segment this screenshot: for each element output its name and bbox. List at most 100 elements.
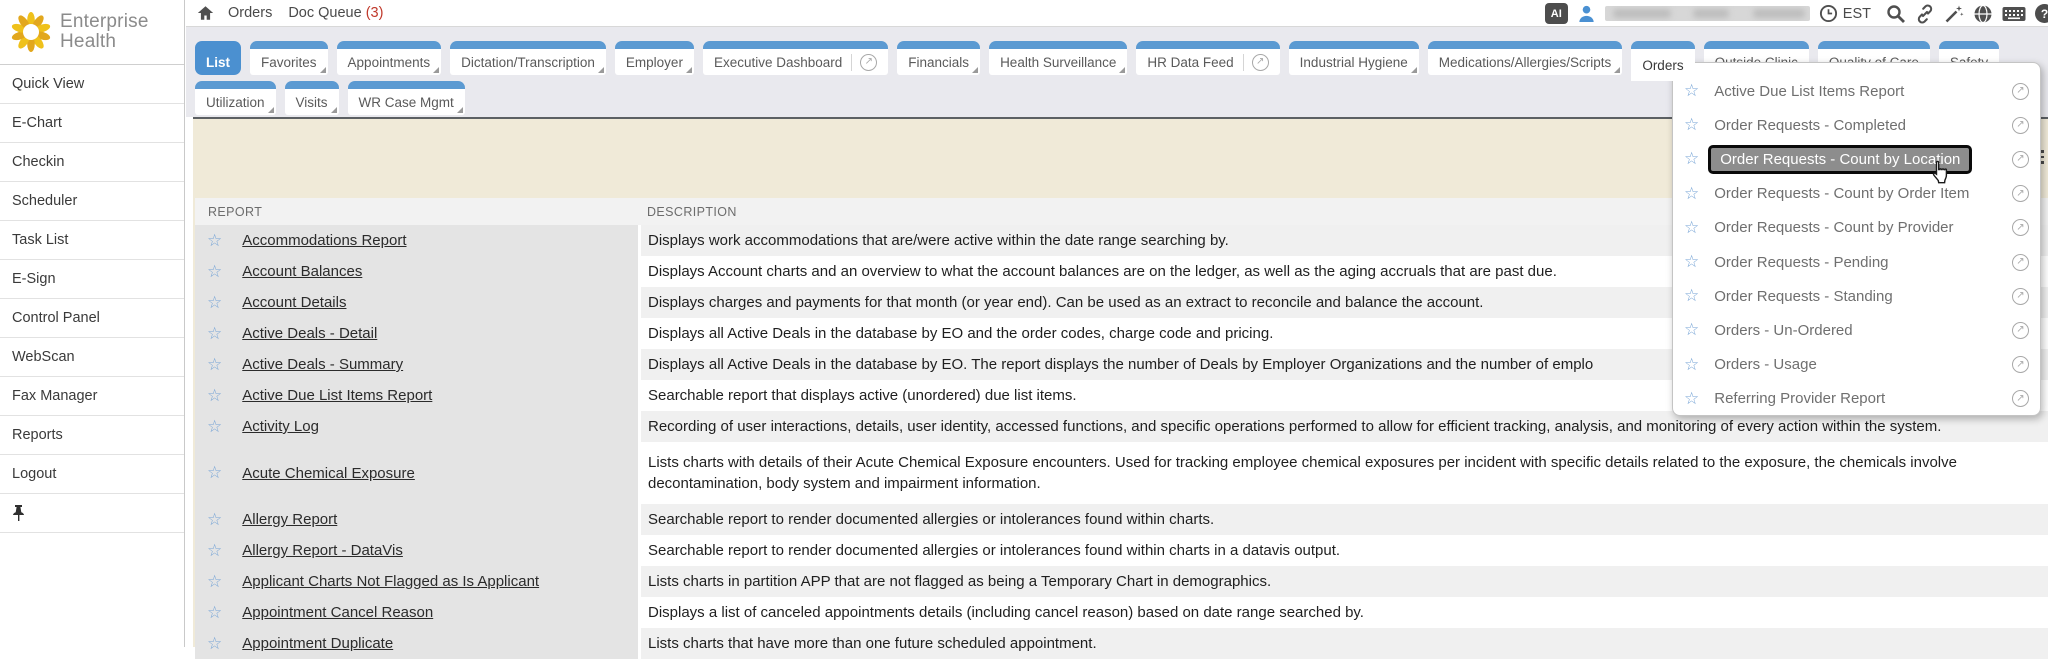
favorite-star-icon[interactable]: ☆ <box>207 463 222 483</box>
sidebar-item-reports[interactable]: Reports <box>0 416 184 455</box>
tab-utilization[interactable]: Utilization <box>195 81 276 115</box>
report-link[interactable]: Appointment Duplicate <box>242 635 393 652</box>
search-icon[interactable] <box>1886 4 1906 24</box>
tab-health-surveillance[interactable]: Health Surveillance <box>989 41 1127 75</box>
report-link[interactable]: Activity Log <box>242 418 319 435</box>
user-icon[interactable] <box>1577 4 1596 23</box>
tab-medications-allergies-scripts[interactable]: Medications/Allergies/Scripts <box>1428 41 1623 75</box>
favorite-star-icon[interactable]: ☆ <box>207 324 222 344</box>
report-link[interactable]: Active Deals - Summary <box>242 356 403 373</box>
tab-label: WR Case Mgmt <box>359 95 454 110</box>
sidebar-pin-toggle[interactable] <box>0 494 184 533</box>
favorite-star-icon[interactable]: ☆ <box>207 572 222 592</box>
breadcrumb-doc-queue[interactable]: Doc Queue <box>288 5 361 21</box>
tab-wr-case-mgmt[interactable]: WR Case Mgmt <box>348 81 465 115</box>
wand-icon[interactable] <box>1944 4 1964 24</box>
favorite-star-icon[interactable]: ☆ <box>1684 218 1699 238</box>
open-in-new-icon[interactable]: ↗ <box>2012 83 2029 100</box>
tab-industrial-hygiene[interactable]: Industrial Hygiene <box>1289 41 1419 75</box>
tab-executive-dashboard[interactable]: Executive Dashboard ↗ <box>703 41 888 75</box>
tab-visits[interactable]: Visits <box>285 81 339 115</box>
favorite-star-icon[interactable]: ☆ <box>207 634 222 654</box>
sidebar-item-quick-view[interactable]: Quick View <box>0 65 184 104</box>
tab-appointments[interactable]: Appointments <box>337 41 442 75</box>
column-header-report[interactable]: REPORT <box>195 205 638 219</box>
sidebar-item-e-sign[interactable]: E-Sign <box>0 260 184 299</box>
tab-financials[interactable]: Financials <box>897 41 980 75</box>
open-in-new-icon[interactable]: ↗ <box>2012 254 2029 271</box>
sidebar-item-e-chart[interactable]: E-Chart <box>0 104 184 143</box>
open-in-new-icon[interactable]: ↗ <box>2012 117 2029 134</box>
open-in-new-icon[interactable]: ↗ <box>2012 390 2029 407</box>
favorite-star-icon[interactable]: ☆ <box>1684 355 1699 375</box>
tab-employer[interactable]: Employer <box>615 41 694 75</box>
sidebar-item-logout[interactable]: Logout <box>0 455 184 494</box>
menu-item-orders-usage[interactable]: ☆ Orders - Usage ↗ <box>1673 348 2040 382</box>
menu-item-orders-un-ordered[interactable]: ☆ Orders - Un-Ordered ↗ <box>1673 313 2040 347</box>
favorite-star-icon[interactable]: ☆ <box>207 355 222 375</box>
report-link[interactable]: Active Due List Items Report <box>242 387 432 404</box>
favorite-star-icon[interactable]: ☆ <box>207 293 222 313</box>
help-icon[interactable]: ? <box>2035 4 2048 23</box>
favorite-star-icon[interactable]: ☆ <box>1684 286 1699 306</box>
favorite-star-icon[interactable]: ☆ <box>1684 389 1699 409</box>
favorite-star-icon[interactable]: ☆ <box>207 541 222 561</box>
tab-orders[interactable]: Orders <box>1631 41 1694 81</box>
favorite-star-icon[interactable]: ☆ <box>1684 115 1699 135</box>
report-link[interactable]: Applicant Charts Not Flagged as Is Appli… <box>242 573 539 590</box>
menu-item-order-requests-count-by-order-item[interactable]: ☆ Order Requests - Count by Order Item ↗ <box>1673 177 2040 211</box>
favorite-star-icon[interactable]: ☆ <box>1684 320 1699 340</box>
clock-icon[interactable] <box>1819 4 1838 23</box>
sidebar-item-scheduler[interactable]: Scheduler <box>0 182 184 221</box>
favorite-star-icon[interactable]: ☆ <box>207 603 222 623</box>
report-link[interactable]: Active Deals - Detail <box>242 325 377 342</box>
menu-item-order-requests-standing[interactable]: ☆ Order Requests - Standing ↗ <box>1673 279 2040 313</box>
favorite-star-icon[interactable]: ☆ <box>207 510 222 530</box>
keyboard-icon[interactable] <box>2002 5 2026 23</box>
tab-favorites[interactable]: Favorites <box>250 41 328 75</box>
report-link[interactable]: Account Details <box>242 294 346 311</box>
breadcrumb-orders[interactable]: Orders <box>228 5 272 21</box>
tab-dictation-transcription[interactable]: Dictation/Transcription <box>450 41 606 75</box>
sidebar-item-fax-manager[interactable]: Fax Manager <box>0 377 184 416</box>
menu-item-order-requests-count-by-provider[interactable]: ☆ Order Requests - Count by Provider ↗ <box>1673 211 2040 245</box>
report-link[interactable]: Acute Chemical Exposure <box>242 465 415 482</box>
tab-hr-data-feed[interactable]: HR Data Feed ↗ <box>1136 41 1279 75</box>
menu-item-order-requests-pending[interactable]: ☆ Order Requests - Pending ↗ <box>1673 245 2040 279</box>
globe-icon[interactable] <box>1973 4 1993 24</box>
external-link-icon[interactable]: ↗ <box>1243 54 1269 71</box>
favorite-star-icon[interactable]: ☆ <box>1684 252 1699 272</box>
favorite-star-icon[interactable]: ☆ <box>207 417 222 437</box>
open-in-new-icon[interactable]: ↗ <box>2012 185 2029 202</box>
menu-item-order-requests-completed[interactable]: ☆ Order Requests - Completed ↗ <box>1673 108 2040 142</box>
home-icon[interactable] <box>197 5 214 21</box>
menu-item-order-requests-count-by-location[interactable]: ☆ Order Requests - Count by Location ↗ <box>1673 142 2040 176</box>
favorite-star-icon[interactable]: ☆ <box>1684 81 1699 101</box>
tab-list[interactable]: List <box>195 41 241 75</box>
favorite-star-icon[interactable]: ☆ <box>207 262 222 282</box>
menu-item-active-due-list-items-report[interactable]: ☆ Active Due List Items Report ↗ <box>1673 74 2040 108</box>
favorite-star-icon[interactable]: ☆ <box>1684 184 1699 204</box>
report-link[interactable]: Accommodations Report <box>242 232 406 249</box>
sidebar-item-webscan[interactable]: WebScan <box>0 338 184 377</box>
external-link-icon[interactable]: ↗ <box>851 54 877 71</box>
report-link[interactable]: Appointment Cancel Reason <box>242 604 433 621</box>
open-in-new-icon[interactable]: ↗ <box>2012 322 2029 339</box>
sidebar-item-task-list[interactable]: Task List <box>0 221 184 260</box>
open-in-new-icon[interactable]: ↗ <box>2012 151 2029 168</box>
report-link[interactable]: Allergy Report <box>242 511 337 528</box>
report-link[interactable]: Account Balances <box>242 263 362 280</box>
ai-badge[interactable]: AI <box>1545 3 1568 24</box>
open-in-new-icon[interactable]: ↗ <box>2012 219 2029 236</box>
brand-name: Enterprise Health <box>60 12 149 52</box>
open-in-new-icon[interactable]: ↗ <box>2012 288 2029 305</box>
favorite-star-icon[interactable]: ☆ <box>1684 149 1699 169</box>
report-link[interactable]: Allergy Report - DataVis <box>242 542 403 559</box>
sidebar-item-control-panel[interactable]: Control Panel <box>0 299 184 338</box>
favorite-star-icon[interactable]: ☆ <box>207 231 222 251</box>
link-icon[interactable] <box>1915 4 1935 24</box>
favorite-star-icon[interactable]: ☆ <box>207 386 222 406</box>
sidebar-item-checkin[interactable]: Checkin <box>0 143 184 182</box>
menu-item-referring-provider-report[interactable]: ☆ Referring Provider Report ↗ <box>1673 382 2040 416</box>
open-in-new-icon[interactable]: ↗ <box>2012 356 2029 373</box>
